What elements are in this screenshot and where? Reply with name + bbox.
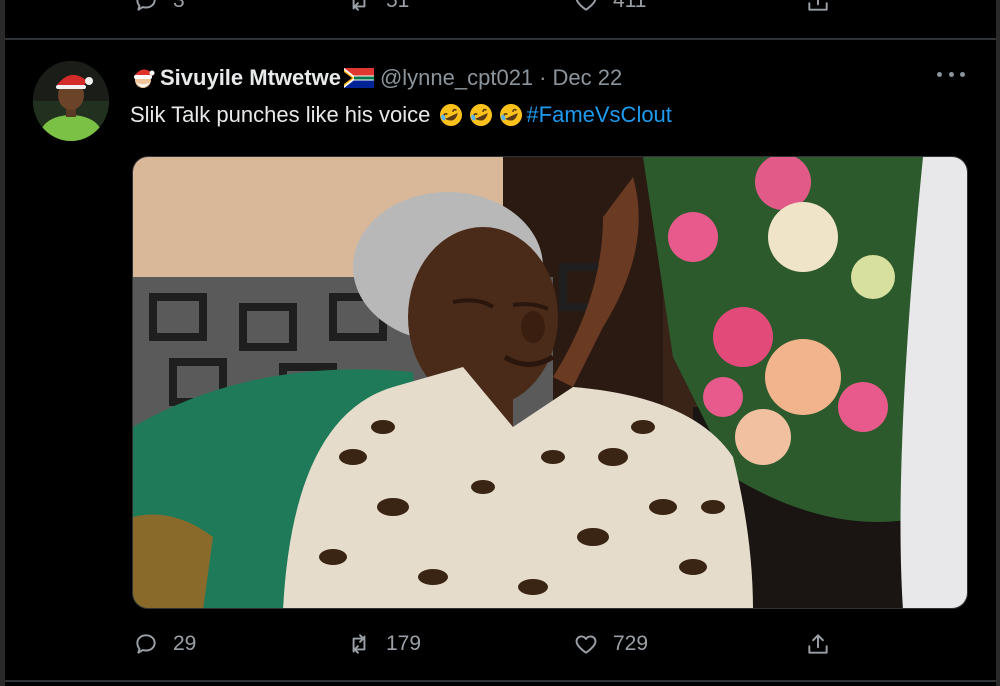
- rolling-laughing-emoji-icon: [500, 104, 523, 126]
- user-handle[interactable]: @lynne_cpt021: [380, 65, 533, 91]
- tweet-divider: [5, 38, 996, 40]
- reply-button[interactable]: 29: [133, 631, 196, 657]
- rolling-laughing-emoji-icon: [440, 104, 463, 126]
- tweet-text: Slik Talk punches like his voice #FameVs…: [130, 98, 672, 132]
- more-options-button[interactable]: [937, 62, 965, 86]
- window-left-border: [0, 0, 5, 686]
- share-icon: [808, 634, 828, 654]
- header-separator: ·: [539, 65, 547, 90]
- prev-retweet-button[interactable]: 51: [346, 0, 409, 14]
- retweet-icon: [352, 634, 366, 654]
- share-button[interactable]: [805, 631, 831, 657]
- more-dot-icon: [948, 71, 954, 77]
- like-count: 729: [613, 632, 649, 655]
- tweet-body: Slik Talk punches like his voice: [130, 102, 431, 127]
- reply-icon: [136, 0, 156, 11]
- tweet-actions: 29 179 729: [0, 617, 1000, 673]
- tweet-date[interactable]: Dec 22: [553, 65, 623, 91]
- tweet-divider: [5, 680, 996, 682]
- share-icon: [808, 0, 828, 11]
- hashtag-link[interactable]: #FameVsClout: [526, 102, 672, 128]
- more-dot-icon: [960, 71, 965, 77]
- santa-emoji-icon: [134, 69, 155, 88]
- window-right-border: [996, 0, 1000, 686]
- tweet-media-image[interactable]: [132, 156, 968, 609]
- avatar-photo: [33, 61, 109, 141]
- tweet-header: Sivuyile Mtwetwe @lynne_cpt021 · Dec 22: [130, 62, 622, 94]
- like-button[interactable]: 729: [573, 631, 648, 657]
- rolling-laughing-emoji-icon: [470, 104, 493, 126]
- prev-reply-count: 3: [173, 0, 185, 12]
- more-dot-icon: [937, 71, 942, 77]
- prev-retweet-count: 51: [386, 0, 410, 12]
- prev-like-button[interactable]: 411: [573, 0, 646, 14]
- retweet-icon: [352, 0, 366, 11]
- heart-icon: [575, 635, 597, 654]
- south-africa-flag-icon: [343, 68, 374, 88]
- reply-count: 29: [173, 632, 197, 655]
- retweet-button[interactable]: 179: [346, 631, 421, 657]
- retweet-count: 179: [386, 632, 422, 655]
- prev-like-count: 411: [613, 0, 647, 12]
- previous-tweet-actions: 3 51 411: [0, 0, 1000, 18]
- display-name[interactable]: Sivuyile Mtwetwe: [160, 65, 341, 91]
- media-photo: [133, 157, 967, 608]
- prev-reply-button[interactable]: 3: [133, 0, 185, 14]
- avatar[interactable]: [33, 61, 109, 141]
- prev-share-button[interactable]: [805, 0, 831, 14]
- reply-icon: [136, 634, 156, 654]
- heart-icon: [575, 0, 597, 11]
